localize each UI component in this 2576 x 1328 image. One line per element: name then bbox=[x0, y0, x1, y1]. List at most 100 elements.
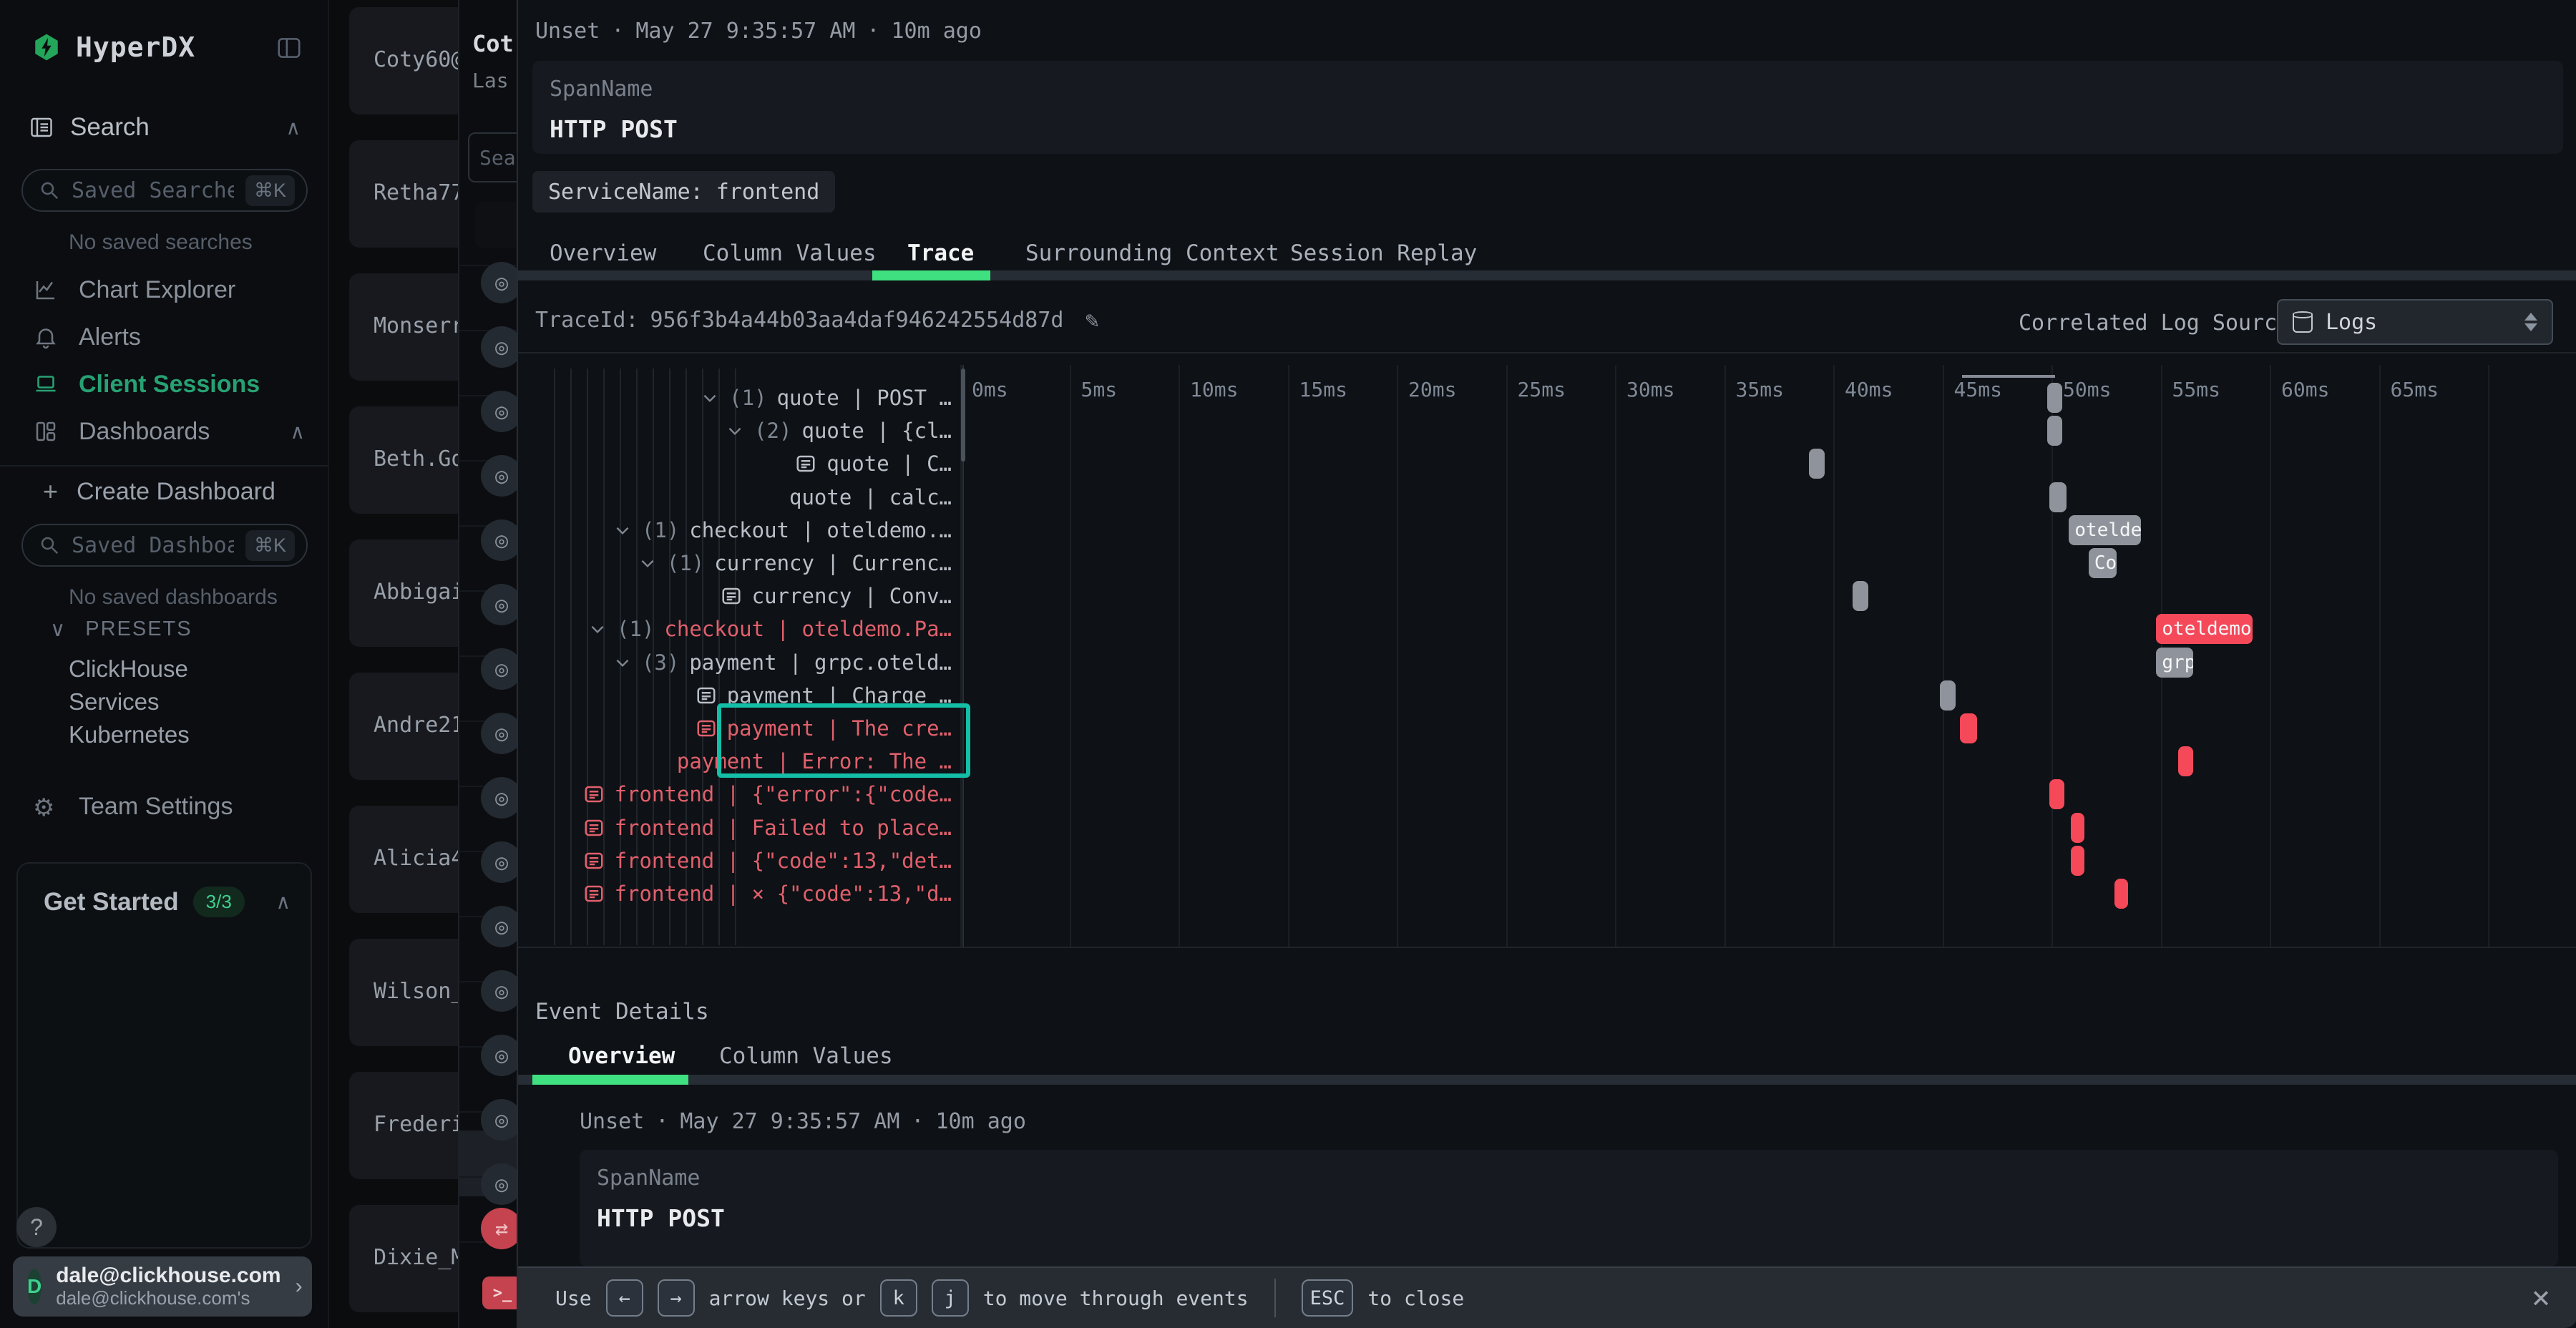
divider bbox=[0, 465, 328, 467]
axis-tick-label: 30ms bbox=[1626, 378, 1674, 401]
j-key[interactable]: j bbox=[932, 1279, 969, 1317]
span-duration-bar[interactable]: grp bbox=[2156, 648, 2193, 678]
chevron-up-icon: ∧ bbox=[276, 890, 291, 914]
tab-session-replay[interactable]: Session Replay bbox=[1290, 240, 1477, 266]
span-tree-row[interactable]: (1)currency | Currenc… bbox=[638, 548, 952, 578]
span-tree-row[interactable]: (1)checkout | oteldemo.… bbox=[613, 515, 952, 545]
gridline bbox=[2270, 365, 2271, 947]
event-details-tab-overview[interactable]: Overview bbox=[568, 1043, 675, 1069]
span-tree-row[interactable]: (2)quote | {cl… bbox=[726, 416, 952, 446]
sidebar-item-label: Chart Explorer bbox=[79, 276, 235, 304]
expand-chevron-icon[interactable] bbox=[638, 554, 657, 572]
span-label: quote | calc… bbox=[789, 485, 952, 509]
span-duration-bar[interactable] bbox=[1809, 449, 1824, 479]
span-duration-bar[interactable] bbox=[2047, 416, 2062, 446]
span-duration-bar[interactable] bbox=[1940, 680, 1955, 711]
create-dashboard-button[interactable]: + Create Dashboard bbox=[43, 477, 315, 507]
edit-icon[interactable]: ✎ bbox=[1085, 306, 1098, 333]
user-team: dale@clickhouse.com's bbox=[56, 1288, 280, 1309]
sidebar-item-client-sessions[interactable]: Client Sessions bbox=[33, 371, 305, 399]
sidebar-section-search[interactable]: Search ∧ bbox=[29, 113, 301, 142]
tab-overview[interactable]: Overview bbox=[550, 240, 656, 266]
span-tree-row[interactable]: currency | Conv… bbox=[721, 581, 952, 611]
footer-mid-text: arrow keys or bbox=[709, 1286, 866, 1310]
saved-dashboards-input[interactable]: Saved Dashboards ⌘K bbox=[21, 524, 308, 567]
get-started-header[interactable]: Get Started 3/3 ∧ bbox=[44, 887, 291, 917]
expand-chevron-icon[interactable] bbox=[613, 653, 632, 672]
k-key[interactable]: k bbox=[880, 1279, 917, 1317]
service-name-chip[interactable]: ServiceName: frontend bbox=[532, 171, 835, 213]
span-duration-bar[interactable] bbox=[1960, 713, 1977, 743]
span-duration-bar[interactable]: Co bbox=[2089, 548, 2117, 578]
sidebar-item-dashboards[interactable]: Dashboards∧ bbox=[33, 418, 305, 446]
event-details-tab-column-values[interactable]: Column Values bbox=[719, 1043, 893, 1069]
collapse-sidebar-icon[interactable] bbox=[275, 34, 303, 62]
log-source-select[interactable]: Logs bbox=[2277, 299, 2553, 345]
span-tree-row[interactable]: frontend | × {"code":13,"d… bbox=[583, 879, 952, 909]
span-tree-row[interactable]: frontend | {"error":{"code… bbox=[583, 779, 952, 809]
span-duration-bar[interactable] bbox=[2049, 482, 2067, 512]
dot-separator: · bbox=[867, 19, 879, 44]
span-duration-bar[interactable] bbox=[1853, 581, 1868, 611]
sidebar-item-chart-explorer[interactable]: Chart Explorer bbox=[33, 276, 305, 304]
tab-surrounding-context[interactable]: Surrounding Context bbox=[1025, 240, 1279, 266]
axis-tick-label: 40ms bbox=[1845, 378, 1893, 401]
logo[interactable]: HyperDX bbox=[31, 31, 195, 63]
span-name-label: SpanName bbox=[597, 1166, 701, 1191]
presets-toggle[interactable]: ∨ PRESETS bbox=[50, 617, 322, 642]
span-tree-row[interactable]: (1)quote | POST … bbox=[701, 383, 952, 413]
status-badge: Unset bbox=[535, 19, 600, 44]
axis-tick-label: 35ms bbox=[1736, 378, 1784, 401]
span-tree-row[interactable]: frontend | Failed to place… bbox=[583, 813, 952, 843]
user-menu[interactable]: D dale@clickhouse.com dale@clickhouse.co… bbox=[13, 1256, 312, 1317]
span-duration-bar[interactable]: oteldemo. bbox=[2156, 614, 2252, 644]
sidebar-item-alerts[interactable]: Alerts bbox=[33, 323, 305, 351]
span-tree-row[interactable]: quote | C… bbox=[795, 449, 952, 479]
span-duration-bar[interactable] bbox=[2047, 383, 2062, 413]
create-dashboard-label: Create Dashboard bbox=[77, 478, 275, 506]
chart-icon bbox=[33, 277, 60, 304]
expand-chevron-icon[interactable] bbox=[613, 521, 632, 540]
help-button[interactable]: ? bbox=[16, 1207, 57, 1247]
span-duration-bar[interactable] bbox=[2071, 846, 2084, 876]
sidebar-preset-clickhouse[interactable]: ClickHouse bbox=[69, 655, 188, 683]
sidebar-preset-services[interactable]: Services bbox=[69, 688, 160, 716]
session-detail-title: Cot bbox=[472, 30, 514, 57]
tab-column-values[interactable]: Column Values bbox=[703, 240, 877, 266]
axis-tick-label: 65ms bbox=[2391, 378, 2439, 401]
arrow-left-key[interactable]: ← bbox=[606, 1279, 643, 1317]
span-duration-bar[interactable] bbox=[2071, 813, 2084, 843]
session-filter-button[interactable] bbox=[475, 202, 521, 248]
tab-trace[interactable]: Trace bbox=[907, 240, 974, 266]
axis-tick-label: 20ms bbox=[1408, 378, 1456, 401]
saved-searches-input[interactable]: Saved Searches ⌘K bbox=[21, 169, 308, 212]
service-name-text: ServiceName: frontend bbox=[548, 180, 819, 205]
esc-key[interactable]: ESC bbox=[1302, 1279, 1354, 1317]
sidebar-item-team-settings[interactable]: ⚙ Team Settings bbox=[33, 793, 305, 821]
session-search-input[interactable]: Sea bbox=[468, 132, 521, 182]
arrow-right-key[interactable]: → bbox=[658, 1279, 695, 1317]
span-duration-bar[interactable]: oteldemo bbox=[2069, 515, 2141, 545]
saved-dashboards-placeholder: Saved Dashboards bbox=[72, 533, 234, 558]
expand-chevron-icon[interactable] bbox=[726, 421, 744, 440]
child-count: (1) bbox=[667, 551, 704, 575]
presets-label: PRESETS bbox=[85, 617, 192, 641]
span-tree-row[interactable]: frontend | {"code":13,"det… bbox=[583, 846, 952, 876]
team-settings-label: Team Settings bbox=[79, 793, 233, 821]
span-duration-bar[interactable] bbox=[2114, 879, 2127, 909]
span-tree-row[interactable]: quote | calc… bbox=[789, 482, 952, 512]
span-tree-row[interactable]: (3)payment | grpc.oteld… bbox=[613, 648, 952, 678]
axis-tick-label: 15ms bbox=[1299, 378, 1347, 401]
expand-chevron-icon[interactable] bbox=[701, 389, 719, 407]
footer-use-text: Use bbox=[555, 1286, 592, 1310]
sidebar-preset-kubernetes[interactable]: Kubernetes bbox=[69, 721, 190, 748]
span-duration-bar[interactable] bbox=[2178, 746, 2193, 776]
gridline bbox=[1506, 365, 1508, 947]
span-tree-row[interactable]: (1)checkout | oteldemo.Pa… bbox=[588, 614, 952, 644]
expand-chevron-icon[interactable] bbox=[588, 620, 607, 638]
tree-scrollbar-thumb[interactable] bbox=[961, 368, 965, 462]
close-panel-button[interactable]: × bbox=[2522, 1278, 2560, 1317]
span-duration-bar[interactable] bbox=[2049, 779, 2064, 809]
gridline bbox=[2051, 365, 2053, 947]
chevron-down-icon: ∨ bbox=[50, 617, 67, 642]
